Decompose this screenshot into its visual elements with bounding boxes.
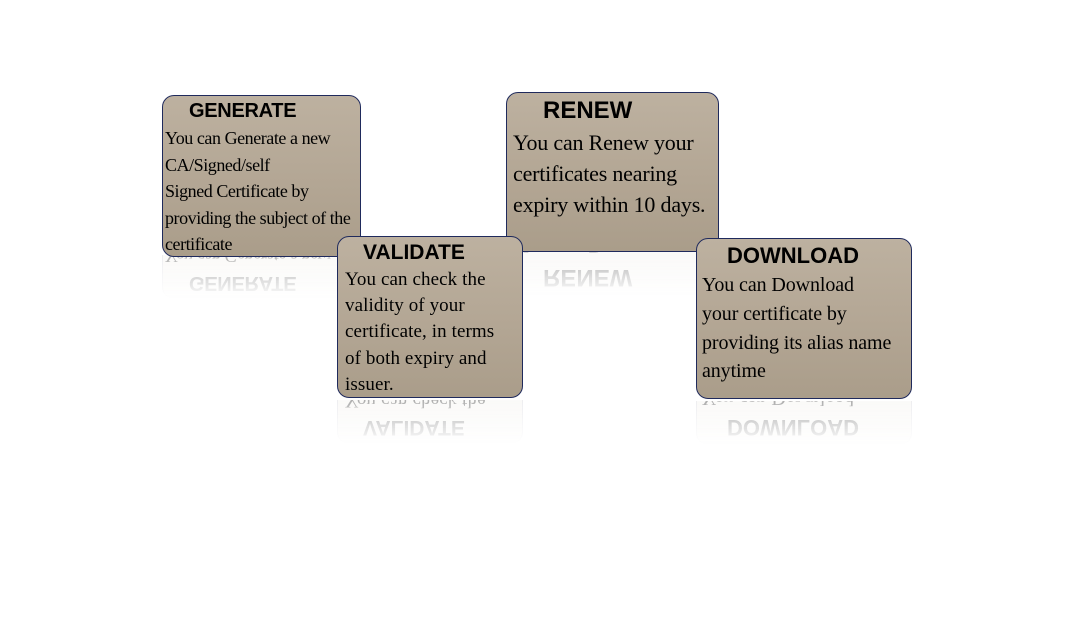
validate-reflection-line-1: You can check the	[345, 400, 486, 411]
renew-reflection-description: You can Renew your certificates nearing …	[513, 252, 712, 261]
download-desc-line-1: You can Download	[702, 274, 854, 296]
download-card-description: You can Download your certificate by pro…	[702, 271, 907, 386]
download-card-reflection: DOWNLOAD You can Download your certifica…	[696, 401, 912, 445]
generate-card-group: GENERATE You can Generate a new CA/Signe…	[162, 95, 361, 299]
generate-desc-line-1: You can Generate a new	[165, 128, 331, 148]
generate-reflection-title: GENERATE	[189, 272, 297, 294]
download-reflection-description: You can Download your certificate by pro…	[702, 401, 907, 412]
renew-card-description: You can Renew your certificates nearing …	[513, 127, 712, 220]
generate-card: GENERATE You can Generate a new CA/Signe…	[162, 95, 361, 257]
generate-reflection-line-1: You can Generate a new	[165, 255, 331, 266]
download-card-group: DOWNLOAD You can Download your certifica…	[696, 238, 912, 445]
validate-card: VALIDATE You can check the validity of y…	[337, 236, 523, 398]
renew-card-group: RENEW You can Renew your certificates ne…	[506, 92, 719, 296]
download-reflection-line-1: You can Download	[702, 401, 907, 412]
renew-card-reflection-shape: RENEW You can Renew your certificates ne…	[506, 252, 719, 296]
renew-card-title: RENEW	[543, 97, 633, 124]
slide-canvas: GENERATE You can Generate a new CA/Signe…	[0, 0, 1087, 632]
validate-card-reflection: VALIDATE You can check the validity of y…	[337, 400, 523, 444]
generate-desc-line-2: CA/Signed/self	[165, 154, 270, 175]
validate-card-description: You can check the validity of your certi…	[345, 267, 516, 397]
download-desc-line-4: anytime	[702, 360, 766, 383]
validate-desc-line-5: issuer.	[345, 373, 394, 395]
download-card: DOWNLOAD You can Download your certifica…	[696, 238, 912, 399]
validate-desc-line-3: certificate, in terms	[345, 321, 495, 343]
generate-card-title: GENERATE	[189, 100, 297, 122]
download-card-title: DOWNLOAD	[727, 243, 859, 268]
validate-desc-line-1: You can check the	[345, 269, 486, 290]
generate-desc-line-4: providing the subject of the	[165, 207, 351, 228]
validate-reflection-description: You can check the validity of your certi…	[345, 400, 516, 413]
validate-desc-line-4: of both expiry and	[345, 347, 487, 369]
download-desc-line-2: your certificate by	[702, 302, 847, 325]
download-desc-line-3: providing its alias name	[702, 331, 892, 354]
download-reflection-title: DOWNLOAD	[727, 415, 859, 440]
generate-card-reflection: GENERATE You can Generate a new CA/Signe…	[162, 255, 361, 299]
download-card-reflection-shape: DOWNLOAD You can Download your certifica…	[696, 401, 912, 445]
validate-desc-line-2: validity of your	[345, 295, 465, 317]
validate-card-title: VALIDATE	[363, 241, 465, 264]
validate-reflection-title: VALIDATE	[363, 416, 465, 439]
renew-card: RENEW You can Renew your certificates ne…	[506, 92, 719, 252]
renew-desc-line-2: certificates nearing	[513, 161, 677, 186]
renew-desc-line-3: expiry within 10 days.	[513, 192, 706, 217]
generate-reflection-description: You can Generate a new CA/Signed/self Si…	[165, 255, 358, 269]
renew-reflection-title: RENEW	[543, 264, 633, 291]
renew-card-reflection: RENEW You can Renew your certificates ne…	[506, 252, 719, 296]
validate-card-group: VALIDATE You can check the validity of y…	[337, 236, 523, 444]
generate-card-description: You can Generate a new CA/Signed/self Si…	[165, 125, 358, 256]
generate-desc-line-3: Signed Certificate by	[165, 181, 309, 201]
generate-card-reflection-shape: GENERATE You can Generate a new CA/Signe…	[162, 255, 361, 299]
validate-card-reflection-shape: VALIDATE You can check the validity of y…	[337, 400, 523, 444]
renew-reflection-line-1: You can Renew your	[513, 252, 712, 261]
renew-desc-line-1: You can Renew your	[513, 130, 694, 155]
generate-desc-line-5: certificate	[165, 234, 232, 254]
